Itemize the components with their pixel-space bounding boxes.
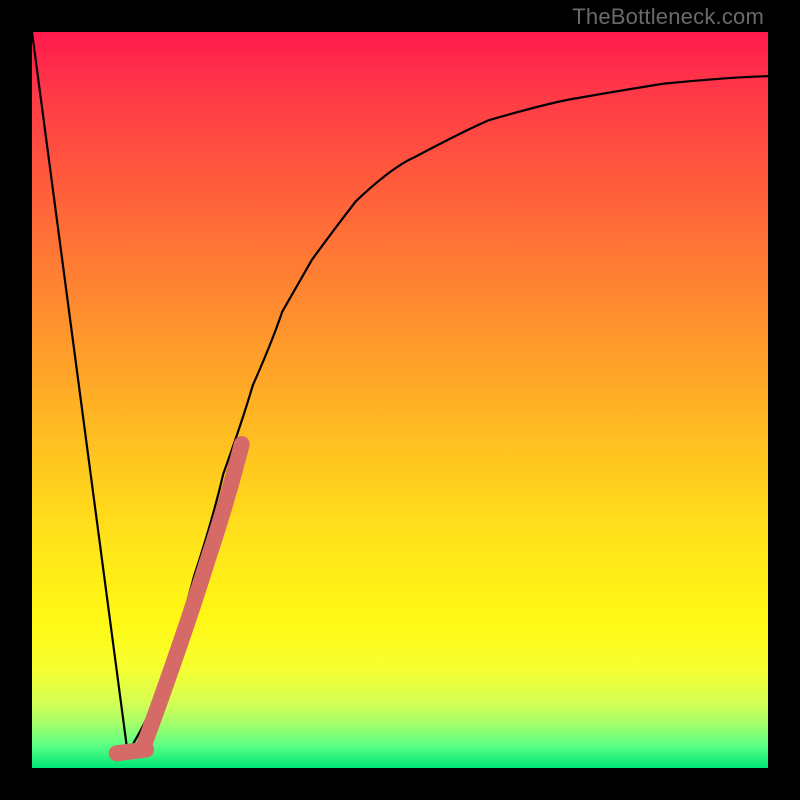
curve-bottleneck: [128, 76, 768, 753]
curves-layer: [32, 32, 768, 768]
plot-area: [32, 32, 768, 768]
watermark-text: TheBottleneck.com: [572, 4, 764, 30]
curve-left-descent: [32, 32, 128, 753]
highlight-band: [142, 444, 241, 749]
chart-frame: TheBottleneck.com: [0, 0, 800, 800]
